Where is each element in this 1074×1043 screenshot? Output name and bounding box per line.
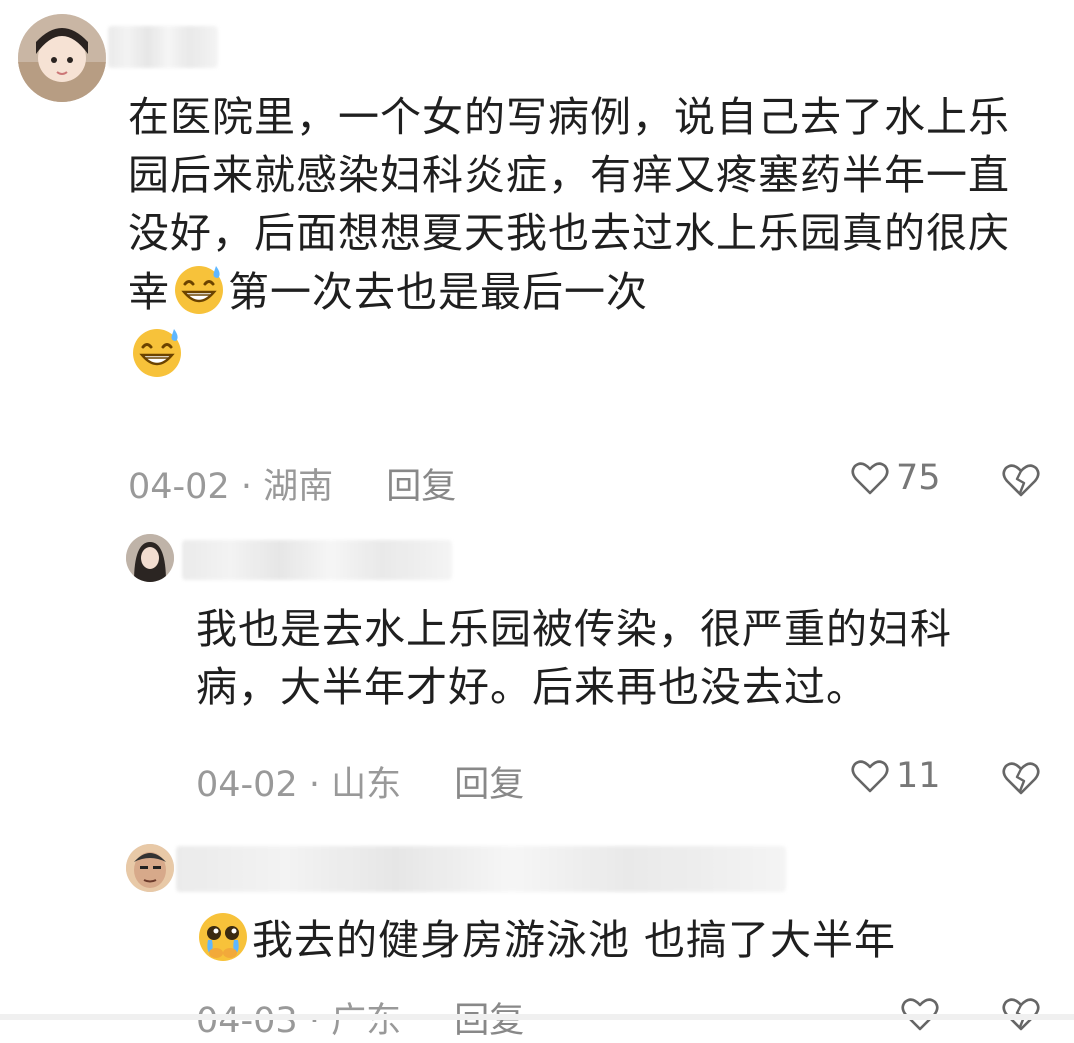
like-button[interactable]: 11 — [850, 756, 941, 796]
comment-text: 我也是去水上乐园被传染，很严重的妇科病，大半年才好。后来再也没去过。 — [196, 605, 952, 711]
meta-separator: · — [308, 1001, 320, 1041]
like-count: 75 — [896, 458, 941, 498]
comment-location: 湖南 — [263, 467, 334, 507]
heart-icon — [851, 462, 889, 495]
username-blurred[interactable] — [108, 26, 218, 68]
broken-heart-icon[interactable] — [1002, 760, 1040, 796]
username-blurred[interactable] — [182, 540, 452, 580]
comment-text: 在医院里，一个女的写病例，说自己去了水上乐园后来就感染妇科炎症，有痒又疼塞药半年… — [128, 88, 1048, 384]
comment-meta: 04-02 · 山东 回复 — [196, 756, 524, 807]
comment-text-tail: 第一次去也是最后一次 — [228, 268, 648, 316]
comment-location: 山东 — [331, 765, 402, 805]
reply-button[interactable]: 回复 — [454, 765, 524, 805]
comment-location: 广东 — [331, 1001, 402, 1041]
reply-button[interactable]: 回复 — [386, 467, 456, 507]
avatar[interactable] — [18, 14, 106, 102]
heart-icon — [851, 760, 889, 793]
comment-1: 在医院里，一个女的写病例，说自己去了水上乐园后来就感染妇科炎症，有痒又疼塞药半年… — [0, 0, 1074, 510]
comment-3: 我去的健身房游泳池 也搞了大半年 04-03 · 广东 回复 — [0, 830, 1074, 1041]
broken-heart-icon[interactable] — [1002, 462, 1040, 498]
reply-button[interactable]: 回复 — [454, 1001, 524, 1041]
grinning-sweat-emoji — [175, 266, 223, 314]
avatar[interactable] — [126, 844, 174, 892]
comment-date: 04-03 — [196, 1001, 298, 1041]
avatar-woman-icon — [126, 534, 174, 582]
pleading-tears-emoji — [199, 913, 247, 961]
comment-meta: 04-02 · 湖南 回复 — [128, 458, 456, 509]
bottom-edge — [0, 1014, 1074, 1020]
comment-date: 04-02 — [128, 467, 230, 507]
avatar-man-icon — [126, 844, 174, 892]
avatar-girl-icon — [18, 14, 106, 102]
like-button[interactable]: 75 — [850, 458, 941, 498]
like-count: 11 — [896, 756, 941, 796]
comment-text-main: 我去的健身房游泳池 也搞了大半年 — [252, 916, 897, 964]
meta-separator: · — [308, 765, 320, 805]
avatar[interactable] — [126, 534, 174, 582]
meta-separator: · — [240, 467, 252, 507]
username-blurred[interactable] — [176, 846, 786, 892]
comment-text: 我去的健身房游泳池 也搞了大半年 — [196, 910, 1026, 969]
grinning-sweat-emoji — [133, 329, 181, 377]
comment-2: 我也是去水上乐园被传染，很严重的妇科病，大半年才好。后来再也没去过。 04-02… — [0, 520, 1074, 820]
comment-date: 04-02 — [196, 765, 298, 805]
